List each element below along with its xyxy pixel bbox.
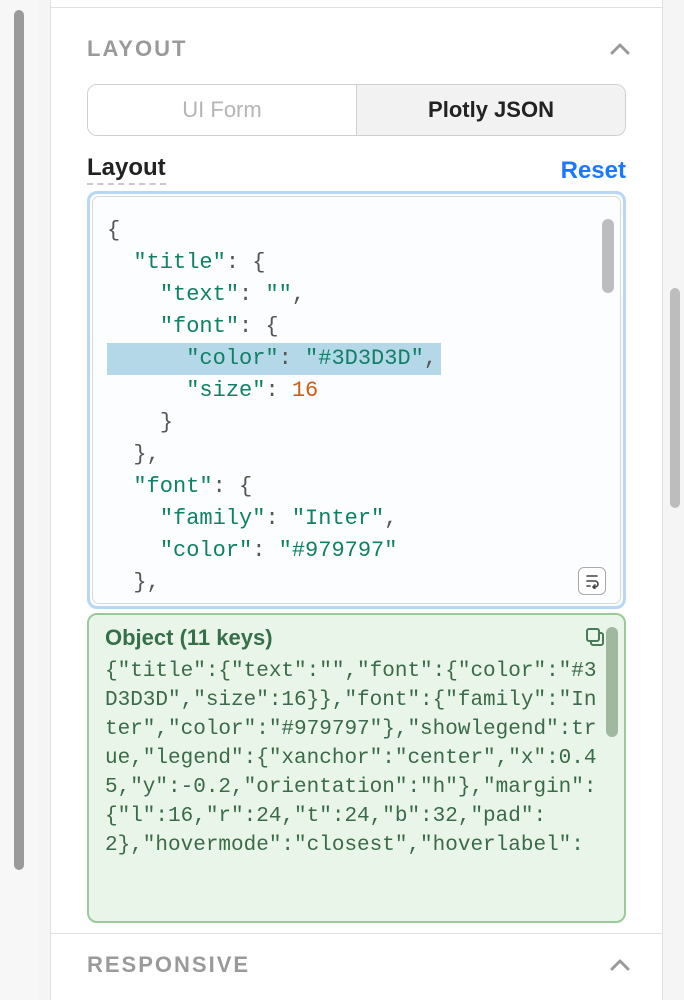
tab-ui-form[interactable]: UI Form [88, 85, 356, 135]
code-token: } [160, 410, 173, 435]
layout-field-label: Layout [87, 154, 166, 185]
tab-bar: UI Form Plotly JSON [87, 84, 626, 136]
code-token: "" [265, 282, 291, 307]
left-scrollbar-track[interactable] [0, 0, 38, 1000]
settings-panel: LAYOUT UI Form Plotly JSON Layout Reset … [50, 0, 663, 1000]
layout-section-header[interactable]: LAYOUT [51, 18, 662, 76]
tab-plotly-json[interactable]: Plotly JSON [356, 85, 625, 135]
responsive-section-header[interactable]: RESPONSIVE [51, 934, 662, 992]
json-scrollbar-thumb[interactable] [602, 219, 614, 293]
copy-icon[interactable] [584, 626, 608, 650]
preview-scrollbar-thumb[interactable] [606, 627, 618, 737]
json-editor-inner[interactable]: { "title": { "text": "", "font": { "colo… [92, 196, 621, 604]
code-token: "#979797" [279, 538, 398, 563]
previous-card-edge [51, 0, 662, 8]
object-preview-title: Object (11 keys) [105, 625, 273, 651]
right-scrollbar-thumb[interactable] [670, 288, 680, 508]
code-token: "font" [160, 314, 239, 339]
right-scrollbar-track[interactable] [666, 0, 684, 1000]
layout-section-title: LAYOUT [87, 36, 187, 62]
left-scrollbar-thumb[interactable] [14, 10, 24, 870]
responsive-section-title: RESPONSIVE [87, 952, 250, 978]
code-token: , [424, 346, 437, 371]
code-token: "font" [133, 474, 212, 499]
object-preview: Object (11 keys) {"title":{"text":"","fo… [87, 613, 626, 923]
code-token: , [292, 282, 305, 307]
wrap-toggle-button[interactable] [578, 567, 606, 595]
layout-field-row: Layout Reset [87, 154, 626, 185]
code-token: : { [239, 314, 279, 339]
highlighted-line: "color": "#3D3D3D", [107, 343, 441, 375]
chevron-up-icon[interactable] [610, 42, 634, 56]
code-token: , [147, 442, 160, 467]
code-token: , [384, 506, 397, 531]
json-editor[interactable]: { "title": { "text": "", "font": { "colo… [87, 191, 626, 609]
code-token: "color" [160, 538, 252, 563]
object-preview-header: Object (11 keys) [105, 625, 608, 651]
code-token: "title" [133, 250, 225, 275]
responsive-section: RESPONSIVE [51, 933, 662, 992]
code-token: , [147, 570, 160, 595]
code-token: : [265, 506, 291, 531]
code-token: : [252, 538, 278, 563]
code-token: : { [226, 250, 266, 275]
code-token: : [265, 378, 291, 403]
json-code[interactable]: { "title": { "text": "", "font": { "colo… [93, 197, 620, 599]
chevron-up-icon[interactable] [610, 958, 634, 972]
code-token: "size" [186, 378, 265, 403]
code-token: } [133, 442, 146, 467]
code-token: : [239, 282, 265, 307]
code-token: { [107, 218, 120, 243]
code-token: : [279, 346, 305, 371]
code-token: "family" [160, 506, 266, 531]
code-token: "color" [186, 346, 278, 371]
code-token: "Inter" [292, 506, 384, 531]
code-token: "#3D3D3D" [305, 346, 424, 371]
code-token: 16 [292, 378, 318, 403]
object-preview-body[interactable]: {"title":{"text":"","font":{"color":"#3D… [105, 657, 608, 860]
code-token: } [133, 570, 146, 595]
reset-button[interactable]: Reset [561, 157, 626, 185]
code-token: : { [213, 474, 253, 499]
code-token: "text" [160, 282, 239, 307]
